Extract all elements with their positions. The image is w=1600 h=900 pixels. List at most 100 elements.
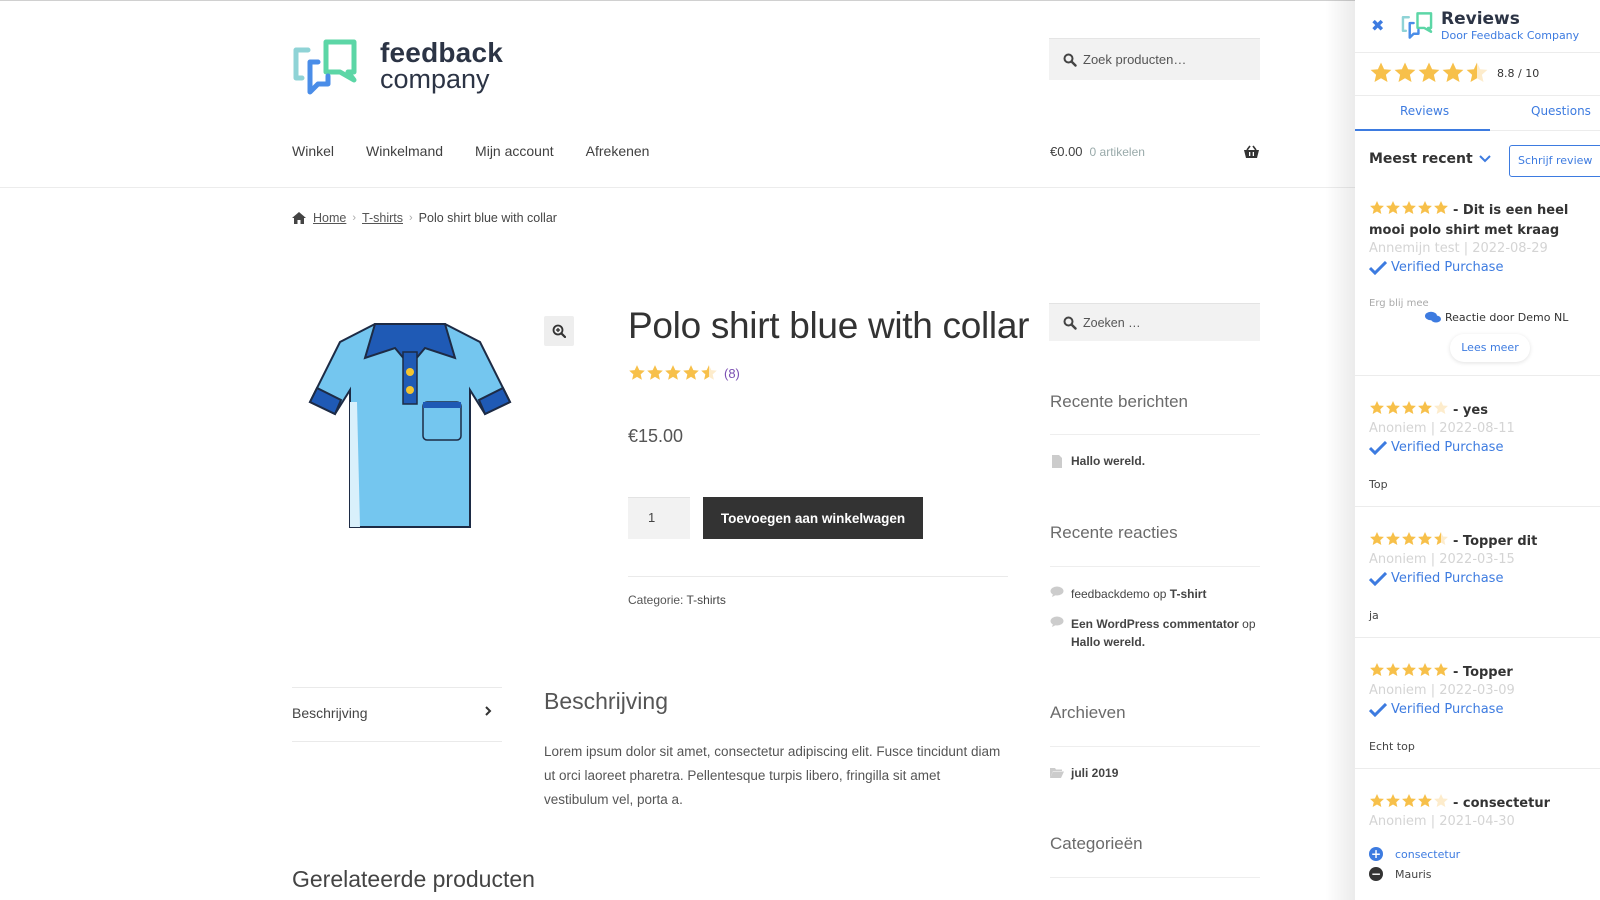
panel-divider: [1355, 52, 1600, 53]
product-rating[interactable]: (8): [628, 364, 740, 382]
review-stars: [1369, 200, 1449, 216]
verified-purchase: Verified Purchase: [1369, 571, 1503, 586]
star-icon: [1370, 532, 1384, 545]
nav-item-winkel[interactable]: Winkel: [292, 143, 334, 159]
nav-item-mijn-account[interactable]: Mijn account: [475, 143, 554, 159]
sort-dropdown[interactable]: Meest recent: [1369, 151, 1491, 167]
review-meta: Anoniem | 2022-03-09: [1369, 683, 1515, 698]
star-icon: [1370, 201, 1384, 214]
review-body: ja: [1369, 609, 1379, 622]
verified-label: Verified Purchase: [1391, 440, 1504, 455]
category-link[interactable]: T-shirts: [687, 593, 726, 607]
checkmark-icon: [1369, 440, 1387, 455]
add-to-cart-button[interactable]: Toevoegen aan winkelwagen: [703, 497, 923, 539]
close-icon[interactable]: ✖: [1371, 16, 1384, 35]
star-icon: [665, 365, 681, 380]
star-icon: [1418, 401, 1432, 414]
checkmark-icon: [1369, 702, 1387, 717]
logo-text-line2: company: [380, 64, 490, 94]
product-image[interactable]: [305, 312, 515, 537]
pro-text: consectetur: [1395, 847, 1461, 861]
archive-item: juli 2019: [1050, 766, 1118, 780]
panel-tab-reviews[interactable]: Reviews: [1400, 104, 1449, 118]
verified-label: Verified Purchase: [1391, 702, 1504, 717]
breadcrumb-home[interactable]: Home: [313, 211, 346, 225]
comment-icon: [1050, 586, 1064, 597]
star-icon: [1386, 401, 1400, 414]
comment-author: feedbackdemo: [1071, 587, 1150, 601]
sort-label: Meest recent: [1369, 151, 1473, 167]
panel-tab-questions[interactable]: Questions: [1531, 104, 1591, 118]
header-cart[interactable]: €0.00 0 artikelen: [1050, 144, 1260, 159]
breadcrumb-category[interactable]: T-shirts: [362, 211, 403, 225]
write-review-button[interactable]: Schrijf review: [1509, 145, 1600, 177]
recent-posts-title: Recente berichten: [1050, 392, 1188, 411]
chevron-down-icon: [1478, 155, 1491, 163]
star-icon: [1418, 663, 1432, 676]
star-icon: [1418, 532, 1432, 545]
review-title: - Topper dit: [1453, 534, 1538, 549]
verified-purchase: Verified Purchase: [1369, 440, 1503, 455]
logo-icon: [293, 39, 357, 95]
breadcrumb: Home › T-shirts › Polo shirt blue with c…: [292, 211, 557, 225]
widget-divider: [1050, 566, 1260, 567]
panel-subtitle[interactable]: Door Feedback Company: [1441, 29, 1579, 42]
reply-label: Reactie door Demo NL: [1445, 311, 1569, 324]
star-icon: [1466, 62, 1488, 82]
site-logo[interactable]: feedback company: [292, 36, 503, 96]
sidebar-search-placeholder: Zoeken …: [1083, 315, 1141, 330]
comment-post-link[interactable]: T-shirt: [1170, 587, 1207, 601]
comment-separator: op: [1153, 587, 1167, 601]
product-title: Polo shirt blue with collar: [628, 305, 1030, 346]
star-icon: [1434, 401, 1448, 414]
reply-chat-icon: [1425, 311, 1441, 323]
chevron-right-icon: [485, 706, 492, 716]
tab-description-label: Beschrijving: [292, 705, 368, 721]
comment-icon: [1050, 616, 1064, 627]
star-icon: [1370, 62, 1392, 82]
breadcrumb-current: Polo shirt blue with collar: [418, 211, 557, 225]
comment-post-link[interactable]: Hallo wereld.: [1071, 635, 1145, 649]
review-header: - yes: [1369, 400, 1599, 421]
panel-title: Reviews: [1441, 9, 1520, 29]
feedback-company-icon: [1401, 12, 1433, 39]
star-icon: [1402, 201, 1416, 214]
review-header: - Dit is een heel mooi polo shirt met kr…: [1369, 200, 1599, 241]
rating-stars: [628, 364, 718, 382]
tab-description[interactable]: Beschrijving: [292, 705, 492, 721]
sidebar-search-input[interactable]: Zoeken …: [1049, 303, 1260, 341]
read-more-button[interactable]: Lees meer: [1450, 334, 1530, 362]
star-icon: [1370, 401, 1384, 414]
nav-item-winkelmand[interactable]: Winkelmand: [366, 143, 443, 159]
reviews-panel: ✖ Reviews Door Feedback Company 8.8 / 10…: [1355, 0, 1600, 900]
description-title: Beschrijving: [544, 688, 668, 714]
review-reply[interactable]: Reactie door Demo NL: [1425, 311, 1568, 324]
image-zoom-button[interactable]: [544, 316, 574, 346]
verified-label: Verified Purchase: [1391, 260, 1504, 275]
star-icon: [1386, 532, 1400, 545]
star-icon: [1434, 201, 1448, 214]
comment-author-link[interactable]: Een WordPress commentator: [1071, 617, 1239, 631]
main-navigation: Winkel Winkelmand Mijn account Afrekenen: [292, 143, 681, 159]
product-search-input[interactable]: Zoek producten…: [1049, 38, 1260, 80]
star-icon: [629, 365, 645, 380]
product-search-placeholder: Zoek producten…: [1083, 52, 1187, 67]
review-title: - yes: [1453, 403, 1488, 418]
cart-amount: €0.00: [1050, 144, 1083, 159]
review-stars: [1369, 400, 1449, 416]
breadcrumb-separator: ›: [352, 212, 357, 224]
nav-item-afrekenen[interactable]: Afrekenen: [586, 143, 650, 159]
star-icon: [1402, 401, 1416, 414]
product-divider: [628, 576, 1008, 577]
product-category: Categorie: T-shirts: [628, 593, 726, 607]
category-label: Categorie:: [628, 593, 684, 607]
header-divider: [0, 187, 1355, 188]
zoom-in-icon: [552, 324, 566, 338]
star-icon: [1418, 794, 1432, 807]
archive-link[interactable]: juli 2019: [1071, 766, 1118, 780]
verified-purchase: Verified Purchase: [1369, 702, 1503, 717]
quantity-input[interactable]: 1: [628, 497, 690, 539]
recent-post-link[interactable]: Hallo wereld.: [1071, 454, 1145, 468]
description-text: Lorem ipsum dolor sit amet, consectetur …: [544, 744, 1001, 807]
review-count[interactable]: (8): [724, 366, 740, 381]
